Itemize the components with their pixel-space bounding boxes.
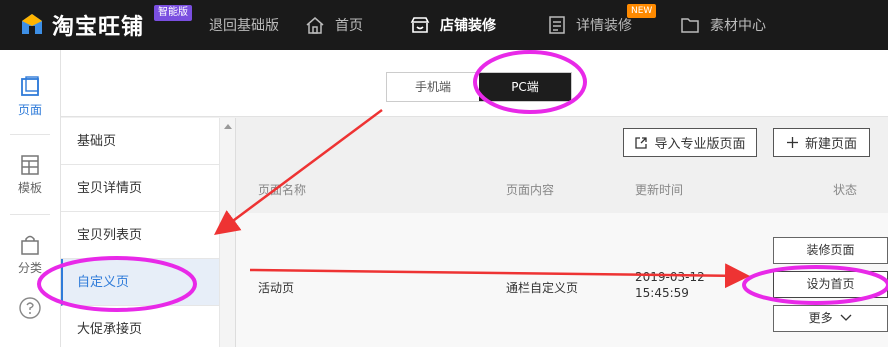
template-icon	[21, 155, 39, 175]
decorate-page-button[interactable]: 装修页面	[773, 237, 888, 264]
new-page-button[interactable]: 新建页面	[773, 128, 870, 157]
store-icon	[410, 17, 430, 33]
sidebar-item-page-label: 页面	[17, 103, 42, 117]
update-time-cell: 2019-03-12 15:45:59	[635, 270, 705, 300]
list-scrollbar[interactable]	[219, 118, 235, 347]
sidebar-item-template-label: 模板	[17, 181, 42, 195]
store-logo-icon	[22, 14, 42, 34]
column-header-name: 页面名称	[258, 183, 307, 197]
column-header-status: 状态	[833, 183, 858, 197]
sidebar-divider	[10, 134, 50, 135]
top-navigation-bar: 淘宝旺铺 智能版 退回基础版 首页 店铺装修 详情装修 NEW 素材中心	[0, 0, 888, 50]
scroll-up-arrow-icon[interactable]	[224, 124, 232, 129]
device-toggle-area: 手机端 PC端	[61, 50, 888, 117]
nav-media-center[interactable]: 素材中心	[680, 0, 766, 50]
chevron-down-icon	[840, 314, 852, 321]
nav-detail-label: 详情装修	[576, 18, 632, 34]
shopping-bag-icon	[21, 235, 39, 255]
sidebar-item-template[interactable]: 模板	[0, 154, 60, 196]
sidebar-item-category[interactable]: 分类	[0, 234, 60, 276]
help-button[interactable]	[0, 296, 60, 323]
new-badge: NEW	[627, 4, 657, 18]
page-type-item-detail[interactable]: 宝贝详情页	[61, 165, 219, 212]
more-label: 更多	[808, 311, 833, 325]
nav-store-label: 店铺装修	[440, 18, 496, 34]
import-icon	[635, 136, 648, 149]
more-dropdown-button[interactable]: 更多	[773, 305, 888, 332]
page-name-cell: 活动页	[258, 281, 295, 295]
nav-home[interactable]: 首页	[305, 0, 363, 50]
page-content-cell: 通栏自定义页	[506, 281, 579, 295]
set-as-home-button[interactable]: 设为首页	[773, 271, 888, 298]
page-type-promotion[interactable]: 大促承接页	[61, 306, 219, 347]
nav-home-label: 首页	[335, 18, 363, 34]
pc-tab[interactable]: PC端	[479, 73, 571, 101]
table-header: 页面名称 页面内容 更新时间 状态	[236, 167, 888, 209]
icon-sidebar: 页面 模板 分类	[0, 50, 61, 347]
home-icon	[306, 17, 324, 34]
back-to-basic-label: 退回基础版	[209, 18, 279, 34]
page-type-basic[interactable]: 基础页	[61, 118, 219, 165]
nav-store-decoration[interactable]: 店铺装修	[410, 0, 496, 50]
back-to-basic-link[interactable]: 退回基础版	[209, 0, 279, 50]
app-logo-text: 淘宝旺铺	[52, 15, 145, 40]
device-toggle: 手机端 PC端	[386, 72, 572, 102]
mobile-tab[interactable]: 手机端	[387, 73, 479, 101]
folder-icon	[681, 18, 699, 33]
sidebar-divider	[10, 214, 50, 215]
import-pro-page-button[interactable]: 导入专业版页面	[623, 128, 757, 157]
column-header-time: 更新时间	[635, 183, 684, 197]
column-header-content: 页面内容	[506, 183, 555, 197]
table-row: 活动页 通栏自定义页 2019-03-12 15:45:59 装修页面 设为首页…	[236, 213, 888, 347]
document-list-icon	[549, 16, 565, 34]
edition-badge: 智能版	[154, 5, 192, 21]
nav-media-label: 素材中心	[710, 18, 766, 34]
page-icon	[21, 76, 39, 96]
page-type-item-list[interactable]: 宝贝列表页	[61, 212, 219, 259]
new-page-label: 新建页面	[804, 137, 857, 152]
sidebar-item-page[interactable]: 页面	[0, 76, 60, 118]
page-table-panel: 导入专业版页面 新建页面 页面名称 页面内容 更新时间 状态 活动页 通栏自定义…	[236, 118, 888, 347]
nav-detail-decoration[interactable]: 详情装修	[548, 0, 632, 50]
page-type-list: 基础页 宝贝详情页 宝贝列表页 自定义页 大促承接页	[61, 118, 236, 347]
page-type-custom[interactable]: 自定义页	[61, 259, 219, 306]
help-icon	[19, 297, 41, 319]
plus-icon	[786, 137, 798, 148]
sidebar-item-category-label: 分类	[17, 261, 42, 275]
import-pro-page-label: 导入专业版页面	[654, 137, 746, 152]
